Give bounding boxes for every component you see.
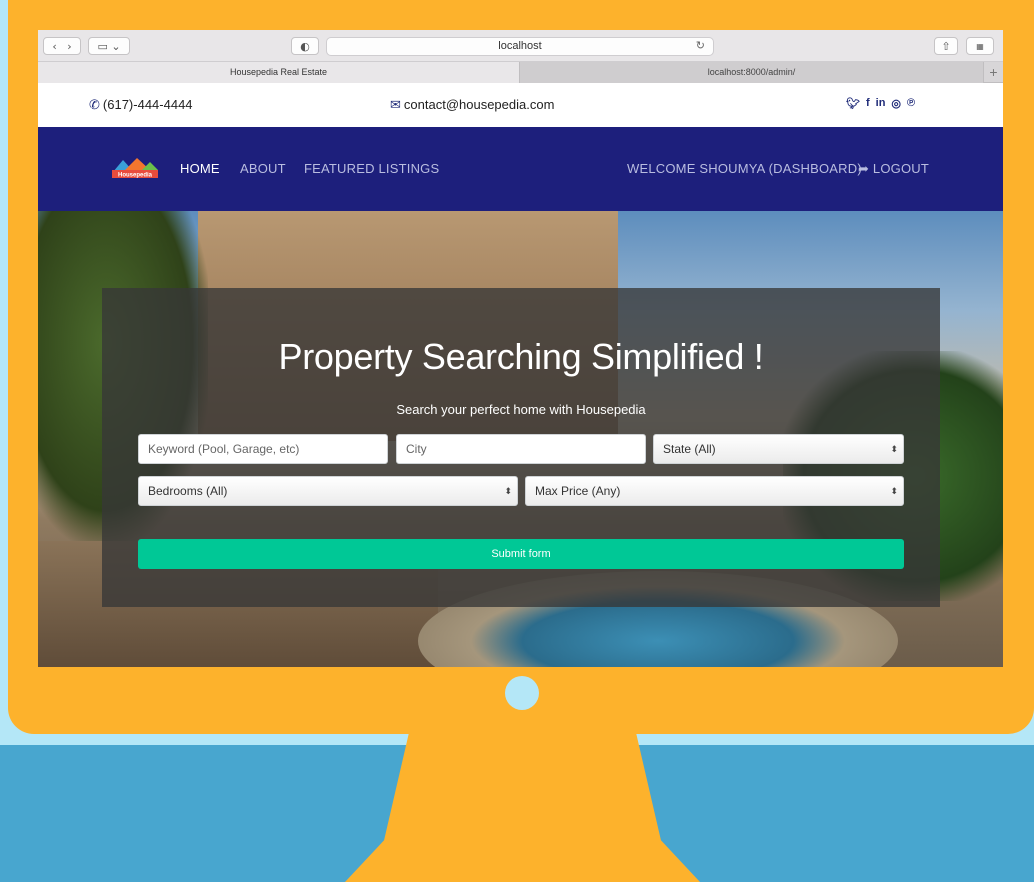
sidebar-toggle-button[interactable]: ▭ ⌄ <box>88 37 130 55</box>
max-price-select-value: Max Price (Any) <box>535 484 621 498</box>
bedrooms-select-value: Bedrooms (All) <box>148 484 228 498</box>
tab-admin[interactable]: localhost:8000/admin/ <box>520 62 983 83</box>
email-address: contact@housepedia.com <box>403 97 555 112</box>
tab-housepedia[interactable]: Housepedia Real Estate <box>38 62 520 83</box>
max-price-select[interactable]: Max Price (Any) ⬍ <box>525 476 904 506</box>
state-select-value: State (All) <box>663 442 716 456</box>
hero-headline: Property Searching Simplified ! <box>278 336 764 377</box>
sidebar-icon: ▭ <box>97 39 108 53</box>
phone-number: (617)-444-4444 <box>102 97 193 112</box>
hero-subline: Search your perfect home with Housepedia <box>396 402 646 417</box>
facebook-icon[interactable]: f <box>866 97 870 110</box>
instagram-icon[interactable]: ◎ <box>891 97 901 110</box>
envelope-icon: ✉ <box>390 97 401 112</box>
contact-bar: ✆ (617)-444-4444 ✉ contact@housepedia.com … <box>38 83 1003 127</box>
share-button[interactable]: ⇧ <box>934 37 958 55</box>
hero-section: Property Searching Simplified ! Search y… <box>38 211 1003 667</box>
reload-icon[interactable]: ↻ <box>696 38 705 55</box>
url-text: localhost <box>498 40 542 52</box>
back-icon[interactable]: ‹ <box>52 40 56 53</box>
phone-icon: ✆ <box>89 97 100 112</box>
select-arrows-icon: ⬍ <box>890 486 898 496</box>
shield-icon: ◐ <box>300 39 310 53</box>
linkedin-icon[interactable]: in <box>876 97 886 110</box>
grid-icon: ▦ <box>976 41 984 51</box>
housepedia-logo[interactable]: Housepedia <box>110 154 160 184</box>
nav-about[interactable]: ABOUT <box>240 161 286 176</box>
logo-text: Housepedia <box>118 173 153 179</box>
nav-featured-listings[interactable]: FEATURED LISTINGS <box>304 161 439 176</box>
sign-out-icon: ➦ <box>858 161 870 176</box>
tab-label: localhost:8000/admin/ <box>707 67 796 77</box>
nav-home[interactable]: HOME <box>180 161 220 176</box>
submit-button[interactable]: Submit form <box>138 539 904 569</box>
monitor-stand <box>345 733 700 882</box>
tab-label: Housepedia Real Estate <box>229 67 328 77</box>
main-navbar: Housepedia HOME ABOUT FEATURED LISTINGS … <box>38 127 1003 211</box>
city-input[interactable]: City <box>396 434 646 464</box>
nav-logout[interactable]: ➦ LOGOUT <box>858 161 929 177</box>
keyword-input[interactable]: Keyword (Pool, Garage, etc) <box>138 434 388 464</box>
browser-toolbar: ‹ › ▭ ⌄ ◐ localhost ↻ ⇧ ▦ <box>38 30 1003 62</box>
twitter-icon[interactable]: 🐦︎ <box>846 97 860 110</box>
state-select[interactable]: State (All) ⬍ <box>653 434 904 464</box>
select-arrows-icon: ⬍ <box>504 486 512 496</box>
nav-dashboard[interactable]: WELCOME SHOUMYA (DASHBOARD) <box>627 161 862 176</box>
back-forward-buttons[interactable]: ‹ › <box>43 37 81 55</box>
browser-tab-strip: Housepedia Real Estate localhost:8000/ad… <box>38 62 1003 83</box>
address-bar[interactable]: localhost ↻ <box>326 37 714 56</box>
bedrooms-select[interactable]: Bedrooms (All) ⬍ <box>138 476 518 506</box>
forward-icon[interactable]: › <box>67 40 71 53</box>
share-icon: ⇧ <box>941 39 951 53</box>
search-panel: Property Searching Simplified ! Search y… <box>102 288 940 607</box>
logout-label: LOGOUT <box>872 161 930 176</box>
chevron-down-icon: ⌄ <box>111 39 121 53</box>
email-contact: ✉ contact@housepedia.com <box>390 97 554 113</box>
plus-icon[interactable]: + <box>983 62 1003 83</box>
browser-screen: ‹ › ▭ ⌄ ◐ localhost ↻ ⇧ ▦ Housepedia Rea… <box>38 30 1003 667</box>
tabs-overview-button[interactable]: ▦ <box>966 37 994 55</box>
pinterest-icon[interactable]: ℗ <box>907 97 915 110</box>
monitor-power-dot <box>505 676 539 710</box>
phone-contact: ✆ (617)-444-4444 <box>89 97 193 113</box>
social-links: 🐦︎ f in ◎ ℗ <box>846 97 915 110</box>
select-arrows-icon: ⬍ <box>890 444 898 454</box>
privacy-button[interactable]: ◐ <box>291 37 319 55</box>
